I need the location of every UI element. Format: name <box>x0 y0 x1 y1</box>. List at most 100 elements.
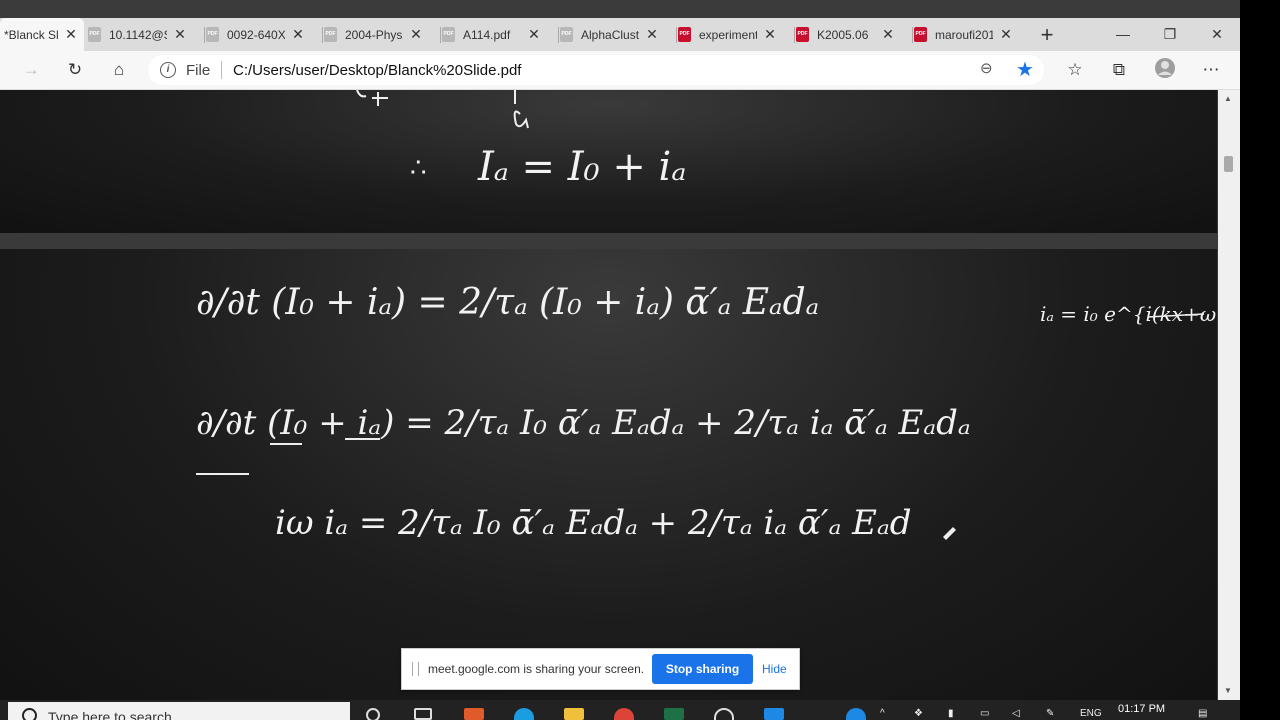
pdf-viewer[interactable]: ∴ Iₐ = I₀ + iₐ ∂/∂t (I₀ + iₐ) = 2/τₐ (I₀… <box>0 90 1218 720</box>
profile-avatar[interactable] <box>1152 57 1178 83</box>
pdf-icon: PDF <box>442 27 455 42</box>
taskbar-search[interactable]: Type here to search <box>8 702 350 720</box>
pdf-icon: PDF <box>560 27 573 42</box>
tab-divider <box>912 27 913 43</box>
address-divider <box>221 61 222 79</box>
info-icon[interactable]: i <box>160 62 176 78</box>
slide-1: ∴ Iₐ = I₀ + iₐ <box>0 90 1217 233</box>
pdf-icon: PDF <box>324 27 337 42</box>
new-tab-button[interactable]: + <box>1036 18 1058 51</box>
pdf-icon: PDF <box>914 27 927 42</box>
desktop-edge <box>1240 0 1280 720</box>
taskbar: Type here to search ^ ❖ ▮ ▭ ◁ ✎ ENG 01:1… <box>0 700 1240 720</box>
scrollbar-thumb[interactable] <box>1224 156 1233 172</box>
tab-pdf-6[interactable]: PDF experimental ✕ <box>678 18 792 51</box>
tray-chevron-icon[interactable]: ^ <box>880 708 885 719</box>
address-bar[interactable]: i File C:/Users/user/Desktop/Blanck%20Sl… <box>148 55 1044 85</box>
clock[interactable]: 01:17 PM <box>1118 703 1165 715</box>
close-icon[interactable]: ✕ <box>173 26 187 43</box>
close-window-button[interactable]: ✕ <box>1194 18 1240 51</box>
close-icon[interactable]: ✕ <box>645 26 659 43</box>
tab-title: 10.1142@S0217 <box>109 27 167 42</box>
favorite-star-icon[interactable]: ★ <box>1016 57 1034 82</box>
close-icon[interactable]: ✕ <box>763 26 777 43</box>
tab-title: maroufi2019 <box>935 27 993 42</box>
tab-title: A114.pdf <box>463 27 511 42</box>
refresh-icon[interactable]: ↻ <box>62 57 88 83</box>
vertical-scrollbar[interactable]: ▲ ▼ <box>1218 90 1240 700</box>
obs-icon[interactable] <box>714 708 734 720</box>
tab-pdf-4[interactable]: PDF A114.pdf ✕ <box>442 18 556 51</box>
notifications-icon[interactable]: ▤ <box>1198 708 1207 719</box>
equation-line-2: ∂/∂t (I₀ + iₐ) = 2/τₐ I₀ ᾱ′ₐ Eₐdₐ + 2/τₐ… <box>196 403 971 443</box>
cortana-icon[interactable] <box>366 708 380 720</box>
tab-divider <box>440 27 441 43</box>
tab-pdf-8[interactable]: PDF maroufi2019 ✕ <box>914 18 1028 51</box>
file-label: File <box>186 62 211 79</box>
hide-button[interactable]: Hide <box>762 662 787 676</box>
tab-pdf-2[interactable]: PDF 0092-640X(8 ✕ <box>206 18 320 51</box>
scroll-up-icon[interactable]: ▲ <box>1224 94 1232 103</box>
restore-button[interactable]: ❐ <box>1147 18 1193 51</box>
collections-icon[interactable]: ⧉ <box>1106 57 1132 83</box>
task-view-icon[interactable] <box>414 708 432 720</box>
dropbox-icon[interactable] <box>764 708 784 720</box>
tab-title: K2005.06 <box>817 27 869 42</box>
pdf-icon: PDF <box>206 27 219 42</box>
tab-divider <box>322 27 323 43</box>
url-text[interactable]: C:/Users/user/Desktop/Blanck%20Slide.pdf <box>233 62 521 79</box>
tab-title: 2004-PhysRev <box>345 27 403 42</box>
close-icon[interactable]: ✕ <box>409 26 423 43</box>
home-icon[interactable]: ⌂ <box>106 57 132 83</box>
tab-pdf-1[interactable]: PDF 10.1142@S0217 ✕ <box>88 18 202 51</box>
pdf-icon: PDF <box>678 27 691 42</box>
tab-title: AlphaCluster <box>581 27 639 42</box>
pdf-icon: PDF <box>88 27 101 42</box>
search-icon <box>22 708 37 720</box>
close-icon[interactable]: ✕ <box>999 26 1013 43</box>
file-explorer-icon[interactable] <box>564 708 584 720</box>
equation-line-3: iω iₐ = 2/τₐ I₀ ᾱ′ₐ Eₐdₐ + 2/τₐ iₐ ᾱ′ₐ E… <box>275 503 912 543</box>
favorites-icon[interactable]: ☆ <box>1062 57 1088 83</box>
dropbox-tray-icon[interactable]: ❖ <box>914 708 923 719</box>
help-icon[interactable] <box>846 708 866 720</box>
slide-1-ink: ∴ Iₐ = I₀ + iₐ <box>356 90 686 190</box>
tab-title: experimental <box>699 27 757 42</box>
language-indicator[interactable]: ENG <box>1080 708 1102 719</box>
slide-1-equation: Iₐ = I₀ + iₐ <box>477 144 686 190</box>
close-icon[interactable]: ✕ <box>881 26 895 43</box>
share-message: meet.google.com is sharing your screen. <box>428 662 645 676</box>
usb-icon[interactable]: ▮ <box>948 708 954 719</box>
scroll-down-icon[interactable]: ▼ <box>1224 686 1232 695</box>
close-icon[interactable]: ✕ <box>64 26 78 43</box>
tab-divider <box>204 27 205 43</box>
edge-icon[interactable] <box>514 708 534 720</box>
screen-share-banner: meet.google.com is sharing your screen. … <box>401 648 800 690</box>
browser-window: *Blanck Slide.pdf ✕ PDF 10.1142@S0217 ✕ … <box>0 0 1240 720</box>
more-icon[interactable]: ⋯ <box>1198 57 1224 83</box>
tab-pdf-3[interactable]: PDF 2004-PhysRev ✕ <box>324 18 438 51</box>
close-icon[interactable]: ✕ <box>291 26 305 43</box>
forward-icon[interactable]: → <box>18 57 44 83</box>
tab-title: 0092-640X(8 <box>227 27 285 42</box>
tab-divider <box>794 27 795 43</box>
tab-pdf-7[interactable]: PDF K2005.06 ✕ <box>796 18 910 51</box>
drag-handle-icon[interactable] <box>412 662 419 676</box>
stop-sharing-button[interactable]: Stop sharing <box>652 654 753 684</box>
excel-icon[interactable] <box>664 708 684 720</box>
zoom-out-icon[interactable]: ⊖ <box>980 59 993 77</box>
battery-icon[interactable]: ▭ <box>980 708 989 719</box>
pdf-icon: PDF <box>796 27 809 42</box>
tab-title: *Blanck Slide.pdf <box>4 27 58 42</box>
search-placeholder: Type here to search <box>48 709 172 720</box>
volume-icon[interactable]: ◁ <box>1012 708 1020 719</box>
pen-icon[interactable]: ✎ <box>1046 708 1054 719</box>
chrome-icon[interactable] <box>614 708 634 720</box>
browser-toolbar: → ↻ ⌂ i File C:/Users/user/Desktop/Blanc… <box>0 51 1240 90</box>
minimize-button[interactable]: — <box>1100 18 1146 51</box>
close-icon[interactable]: ✕ <box>527 26 541 43</box>
app-icon[interactable] <box>464 708 484 720</box>
tab-pdf-5[interactable]: PDF AlphaCluster ✕ <box>560 18 674 51</box>
therefore-symbol: ∴ <box>410 153 427 183</box>
tab-blanck-slide[interactable]: *Blanck Slide.pdf ✕ <box>0 18 84 51</box>
